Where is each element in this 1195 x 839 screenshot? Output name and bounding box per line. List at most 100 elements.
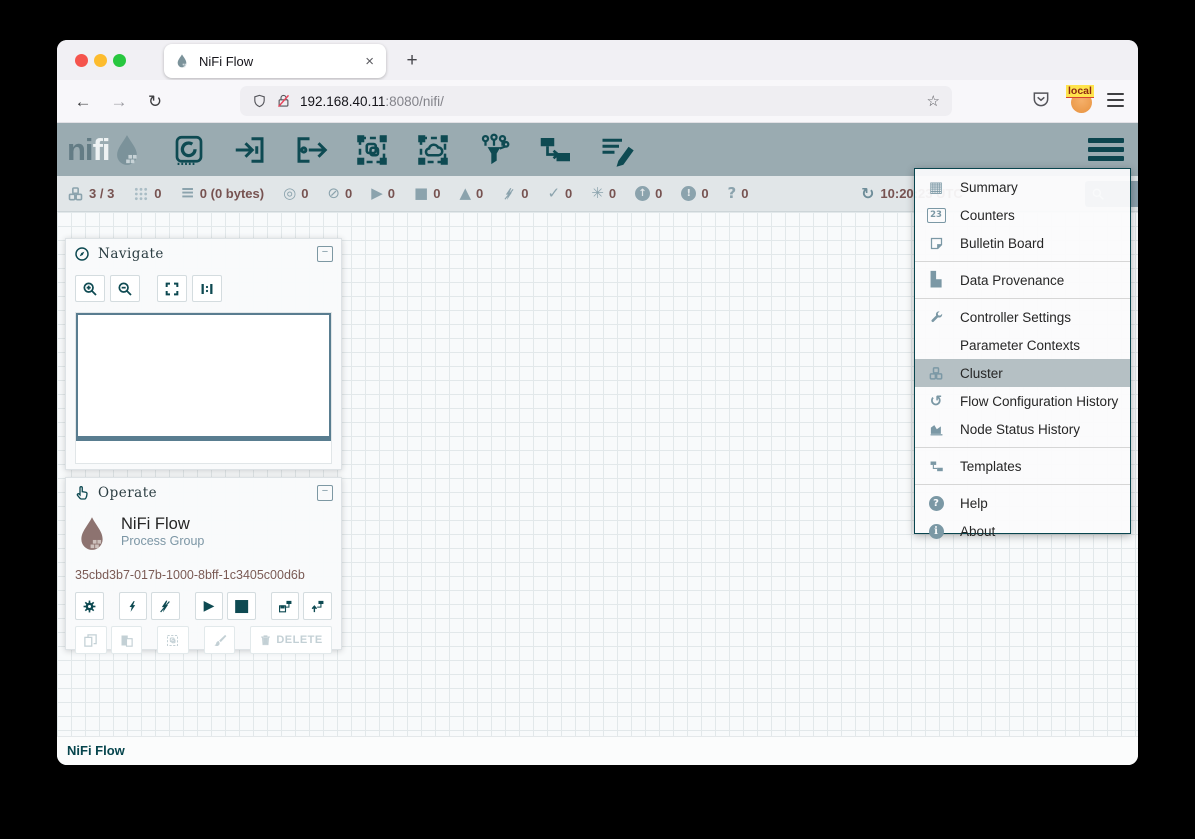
- menu-divider: [915, 447, 1130, 448]
- zoom-in-button[interactable]: [75, 275, 105, 302]
- group-button[interactable]: [157, 626, 189, 654]
- up-to-date-status: ✓ 0: [547, 186, 572, 201]
- stopped-status: ■ 0: [414, 186, 440, 201]
- menu-item-cluster[interactable]: Cluster: [915, 359, 1130, 387]
- label-drag-icon[interactable]: [597, 131, 635, 169]
- invalid-icon: ▲: [459, 186, 471, 201]
- forward-button[interactable]: →: [105, 88, 133, 116]
- insecure-lock-icon[interactable]: [276, 93, 291, 109]
- change-color-button[interactable]: [204, 626, 236, 654]
- navigate-title: Navigate: [98, 246, 317, 262]
- not-transmitting-status: ⊘ 0: [327, 186, 352, 201]
- save-template-icon: [277, 599, 294, 614]
- menu-item-flow-configuration-history[interactable]: ↺ Flow Configuration History: [915, 387, 1130, 415]
- zoom-actual-button[interactable]: [192, 275, 222, 302]
- queued-icon: ≡: [181, 185, 195, 202]
- global-menu-dropdown: ▦ Summary 23 Counters Bulletin Board ▙ D…: [914, 168, 1131, 534]
- pocket-icon[interactable]: [1031, 89, 1051, 109]
- url-text[interactable]: 192.168.40.11:8080/nifi/: [300, 94, 927, 109]
- menu-item-data-provenance[interactable]: ▙ Data Provenance: [915, 266, 1130, 294]
- menu-item-summary[interactable]: ▦ Summary: [915, 173, 1130, 201]
- input-port-drag-icon[interactable]: [231, 131, 269, 169]
- upload-template-button[interactable]: [303, 592, 332, 620]
- breadcrumb-bar: NiFi Flow: [57, 736, 1138, 765]
- menu-item-about[interactable]: i About: [915, 517, 1130, 545]
- zoom-out-icon: [117, 281, 133, 297]
- running-status: ▶ 0: [371, 186, 395, 201]
- menu-item-bulletin-board[interactable]: Bulletin Board: [915, 229, 1130, 257]
- menu-item-parameter-contexts[interactable]: Parameter Contexts: [915, 331, 1130, 359]
- cluster-icon: [928, 366, 944, 381]
- menu-item-controller-settings[interactable]: Controller Settings: [915, 303, 1130, 331]
- fit-icon: [164, 281, 180, 297]
- window-close-button[interactable]: [75, 54, 88, 67]
- disabled-icon: [502, 186, 516, 202]
- copy-button[interactable]: [75, 626, 107, 654]
- browser-navbar: ← → ↻ 192.168.40.11:8080/nifi/ ☆ local: [57, 80, 1138, 123]
- menu-divider: [915, 298, 1130, 299]
- template-drag-icon[interactable]: [536, 131, 574, 169]
- hand-pointer-icon: [74, 485, 90, 501]
- menu-item-counters[interactable]: 23 Counters: [915, 201, 1130, 229]
- start-button[interactable]: ▶: [195, 592, 224, 620]
- funnel-drag-icon[interactable]: [475, 131, 513, 169]
- stop-button[interactable]: ■: [227, 592, 256, 620]
- birdseye-brush[interactable]: [76, 313, 331, 441]
- global-menu-button[interactable]: [1088, 138, 1124, 165]
- url-bar[interactable]: 192.168.40.11:8080/nifi/ ☆: [240, 86, 952, 116]
- refresh-icon[interactable]: ↻: [861, 186, 874, 202]
- birdseye-minimap[interactable]: [75, 312, 332, 464]
- cluster-status: 3 / 3: [67, 186, 114, 202]
- one-to-one-icon: [199, 281, 215, 297]
- new-tab-button[interactable]: +: [399, 48, 425, 74]
- selected-component-name: NiFi Flow: [121, 514, 204, 534]
- active-threads-status: 0: [133, 186, 161, 202]
- output-port-drag-icon[interactable]: [292, 131, 330, 169]
- trash-icon: [259, 633, 272, 647]
- not-transmitting-icon: ⊘: [327, 186, 340, 201]
- zoom-out-button[interactable]: [110, 275, 140, 302]
- menu-item-help[interactable]: ? Help: [915, 489, 1130, 517]
- template-icon: [929, 459, 944, 474]
- delete-button[interactable]: DELETE: [250, 626, 332, 654]
- disable-button[interactable]: [151, 592, 180, 620]
- menu-item-templates[interactable]: Templates: [915, 452, 1130, 480]
- back-button[interactable]: ←: [69, 88, 97, 116]
- breadcrumb[interactable]: NiFi Flow: [67, 743, 125, 758]
- zoom-in-icon: [82, 281, 98, 297]
- browser-menu-icon[interactable]: [1107, 93, 1124, 111]
- bookmark-star-icon[interactable]: ☆: [927, 92, 940, 110]
- window-zoom-button[interactable]: [113, 54, 126, 67]
- paste-button[interactable]: [111, 626, 143, 654]
- save-template-button[interactable]: [271, 592, 300, 620]
- zoom-fit-button[interactable]: [157, 275, 187, 302]
- tracking-shield-icon[interactable]: [252, 93, 267, 109]
- remote-process-group-drag-icon[interactable]: [414, 131, 452, 169]
- tab-close-icon[interactable]: ×: [363, 53, 376, 70]
- menu-item-node-status-history[interactable]: Node Status History: [915, 415, 1130, 443]
- locally-modified-icon: ✳: [591, 186, 604, 201]
- compass-icon: [74, 246, 90, 262]
- nifi-app: nifi: [57, 123, 1138, 765]
- window-minimize-button[interactable]: [94, 54, 107, 67]
- operate-palette: Operate − NiFi Flow Process Group 35cbd3…: [65, 477, 342, 650]
- stale-icon: ↑: [635, 186, 650, 201]
- wrench-icon: [929, 310, 944, 325]
- running-icon: ▶: [371, 186, 383, 201]
- reload-button[interactable]: ↻: [141, 88, 169, 116]
- browser-titlebar: NiFi Flow × +: [57, 40, 1138, 80]
- up-to-date-icon: ✓: [547, 186, 560, 201]
- collapse-operate-button[interactable]: −: [317, 485, 333, 501]
- delete-label: DELETE: [276, 634, 322, 646]
- selected-component-type: Process Group: [121, 534, 204, 548]
- copy-icon: [83, 633, 98, 648]
- configure-button[interactable]: [75, 592, 104, 620]
- group-icon: [165, 633, 180, 648]
- collapse-navigate-button[interactable]: −: [317, 246, 333, 262]
- process-group-drag-icon[interactable]: [353, 131, 391, 169]
- lightning-slash-icon: [158, 599, 172, 614]
- processor-drag-icon[interactable]: [170, 131, 208, 169]
- profile-avatar[interactable]: local: [1069, 88, 1095, 114]
- browser-tab[interactable]: NiFi Flow ×: [164, 44, 386, 78]
- enable-button[interactable]: [119, 592, 148, 620]
